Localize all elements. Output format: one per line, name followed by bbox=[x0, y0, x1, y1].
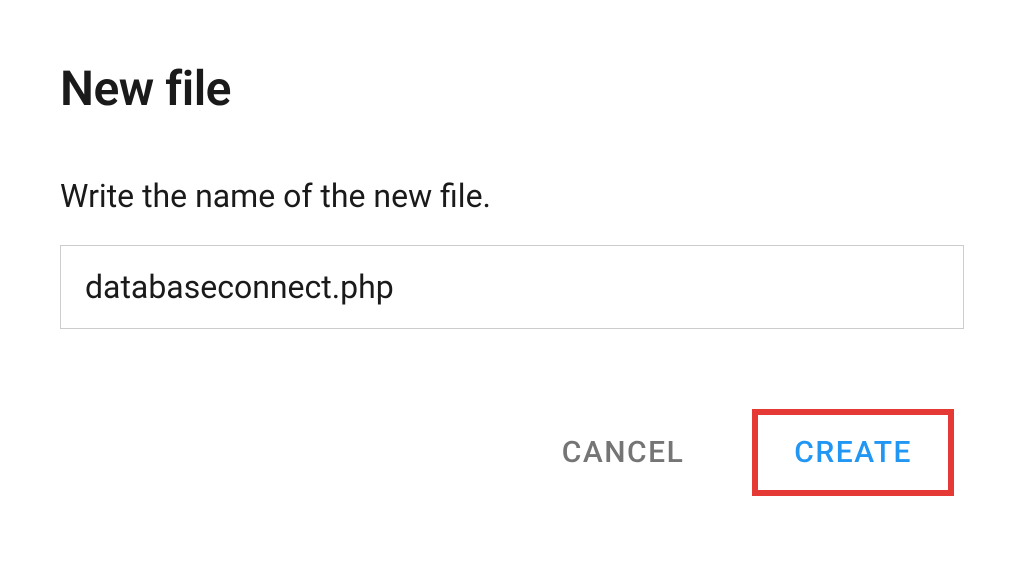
filename-input[interactable] bbox=[60, 245, 964, 329]
create-button[interactable]: CREATE bbox=[766, 419, 940, 486]
cancel-button[interactable]: CANCEL bbox=[534, 419, 713, 486]
button-row: CANCEL CREATE bbox=[60, 409, 964, 496]
dialog-prompt: Write the name of the new file. bbox=[60, 177, 964, 215]
create-highlight: CREATE bbox=[752, 409, 954, 496]
new-file-dialog: New file Write the name of the new file.… bbox=[0, 0, 1024, 536]
dialog-title: New file bbox=[60, 60, 964, 117]
